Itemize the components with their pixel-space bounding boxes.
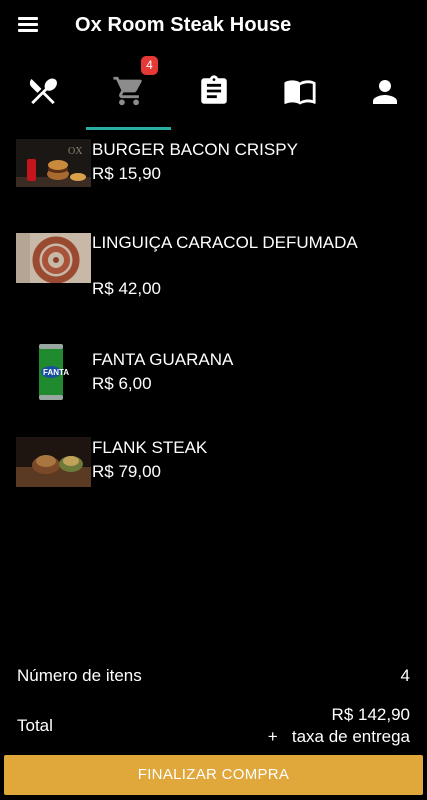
tab-catalog[interactable] [257, 58, 342, 130]
tab-menu[interactable] [0, 58, 85, 130]
item-thumbnail: FANTA [30, 342, 70, 402]
item-name: LINGUIÇA CARACOL DEFUMADA [92, 233, 358, 252]
tab-cart[interactable] [86, 58, 171, 130]
book-icon [283, 80, 316, 105]
item-thumbnail: OX [16, 139, 91, 187]
total-label: Total [17, 716, 53, 735]
cart-item[interactable]: OX BURGER BACON CRISPY R$ 15,90 [0, 131, 427, 199]
item-count-value: 4 [400, 666, 410, 685]
tab-profile[interactable] [342, 58, 427, 130]
svg-text:OX: OX [68, 146, 83, 157]
active-tab-indicator [86, 127, 171, 130]
utensils-icon [29, 78, 57, 105]
item-price: R$ 15,90 [92, 164, 161, 183]
cart-item[interactable]: LINGUIÇA CARACOL DEFUMADA R$ 42,00 [0, 223, 427, 303]
item-price: R$ 6,00 [92, 374, 152, 393]
cart-icon [112, 76, 142, 106]
total-value: R$ 142,90 [331, 705, 410, 724]
person-icon [372, 80, 397, 104]
svg-text:FANTA: FANTA [43, 368, 69, 377]
delivery-fee-note: + taxa de entrega [267, 727, 410, 746]
item-price: R$ 42,00 [92, 279, 161, 298]
tab-bar [0, 58, 427, 130]
item-name: FANTA GUARANA [92, 350, 234, 369]
cart-list[interactable]: OX BURGER BACON CRISPY R$ 15,90 LINGUIÇA… [0, 131, 427, 651]
cart-count-badge: 4 [141, 56, 158, 75]
item-count-label: Número de itens [17, 666, 142, 685]
item-name: FLANK STEAK [92, 438, 208, 457]
checkout-button[interactable]: FINALIZAR COMPRA [4, 755, 423, 795]
item-price: R$ 79,00 [92, 462, 161, 481]
item-name: BURGER BACON CRISPY [92, 140, 298, 159]
item-count-row: Número de itens 4 [0, 666, 427, 688]
app-bar: Ox Room Steak House [0, 0, 427, 52]
app-title: Ox Room Steak House [75, 14, 292, 36]
total-row: Total R$ 142,90 + taxa de entrega [0, 705, 427, 749]
cart-item[interactable]: FANTA FANTA GUARANA R$ 6,00 [0, 334, 427, 404]
menu-button[interactable] [18, 16, 40, 34]
tab-orders[interactable] [171, 58, 256, 130]
item-thumbnail [16, 233, 91, 283]
item-thumbnail [16, 437, 91, 487]
cart-item[interactable]: FLANK STEAK R$ 79,00 [0, 427, 427, 497]
clipboard-icon [200, 75, 227, 104]
